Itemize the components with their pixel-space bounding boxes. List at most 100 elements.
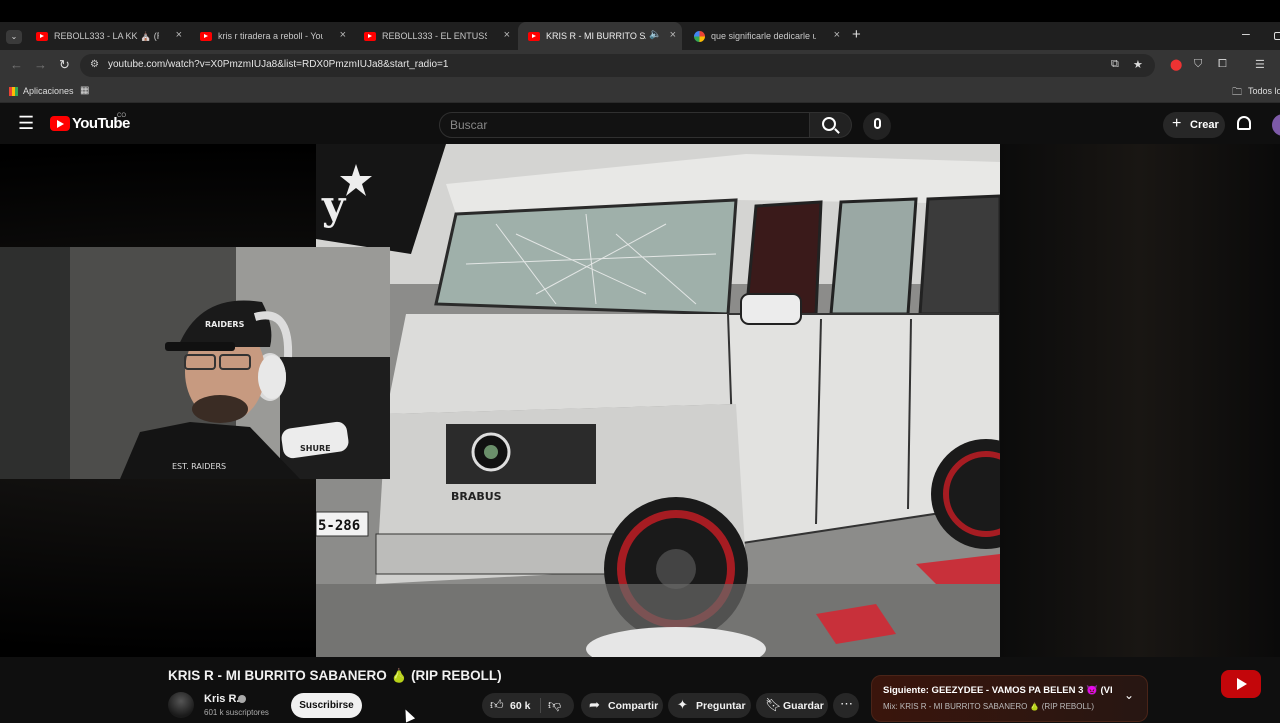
shirt-text: EST. RAIDERS: [172, 462, 226, 471]
mic-brand-text: SHURE: [300, 444, 331, 453]
youtube-header: ☰ YouTube CO + Crear: [0, 104, 1280, 144]
maximize-icon[interactable]: [1274, 32, 1280, 40]
reload-icon[interactable]: ↻: [59, 57, 70, 73]
url-text[interactable]: youtube.com/watch?v=X0PmzmIUJa8&list=RDX…: [108, 59, 448, 70]
tab-title: REBOLL333 - EL ENTUSSIADO ⛪: [382, 30, 487, 41]
like-button[interactable]: 👍︎ 60 k: [482, 693, 540, 718]
video-title: KRIS R - MI BURRITO SABANERO 🍐 (RIP REBO…: [168, 668, 502, 683]
apps-bookmark[interactable]: Aplicaciones: [23, 86, 74, 96]
save-label: Guardar: [783, 700, 824, 712]
tab-groups-icon[interactable]: ▦: [80, 85, 89, 96]
more-dots-icon: ⋯: [840, 696, 853, 711]
browser-tab[interactable]: REBOLL333 - EL ENTUSSIADO ⛪ ×: [354, 22, 516, 50]
sparkle-icon: ✦: [677, 697, 688, 712]
tab-title: REBOLL333 - LA KK ⛪ (RIP KR: [54, 30, 159, 41]
subscribe-button[interactable]: Suscribirse: [291, 693, 362, 718]
svg-text:y: y: [321, 182, 347, 229]
webcam-image: EST. RAIDERS RAIDERS SHURE: [0, 247, 390, 479]
browser-tab[interactable]: que significarle dedicarle una n ×: [684, 22, 846, 50]
grille-badge-text: BRABUS: [451, 490, 502, 503]
ambient-background: [1000, 144, 1280, 657]
new-tab-plus-icon[interactable]: +: [852, 26, 861, 43]
folder-icon: 🗀: [1232, 87, 1242, 98]
apps-grid-icon[interactable]: [9, 87, 18, 96]
share-button[interactable]: ➦ Compartir: [581, 693, 663, 718]
share-arrow-icon: ➦: [589, 697, 600, 712]
ask-button[interactable]: ✦ Preguntar: [668, 693, 751, 718]
omnibox[interactable]: ⚙ youtube.com/watch?v=X0PmzmIUJa8&list=R…: [80, 54, 1155, 77]
cap-text: RAIDERS: [205, 320, 245, 329]
media-controls-icon[interactable]: ☰: [1255, 58, 1265, 71]
more-actions-button[interactable]: ⋯: [833, 693, 859, 718]
up-next-title: Siguiente: GEEZYDEE - VAMOS PA BELEN 3 👿…: [883, 685, 1113, 696]
share-label: Compartir: [608, 700, 659, 712]
browser-tab-active[interactable]: KRIS R - MI BURRITO SABANERO 🔈 ×: [518, 22, 682, 50]
close-tab-icon[interactable]: ×: [340, 29, 346, 41]
channel-name[interactable]: Kris R.: [204, 693, 239, 705]
site-info-icon[interactable]: ⚙: [90, 59, 99, 70]
all-bookmarks-link[interactable]: Todos los: [1248, 86, 1280, 96]
extensions-puzzle-icon[interactable]: ⧠: [1218, 58, 1227, 71]
search-box[interactable]: [439, 112, 810, 138]
thumbs-up-icon: 👍︎: [490, 697, 504, 712]
bookmark-icon: 🔖︎: [765, 697, 782, 712]
video-info-bar: KRIS R - MI BURRITO SABANERO 🍐 (RIP REBO…: [0, 657, 1280, 723]
create-label: Crear: [1190, 119, 1219, 131]
back-arrow-icon[interactable]: ←: [10, 57, 23, 72]
youtube-play-icon[interactable]: [1221, 670, 1261, 698]
tab-title: KRIS R - MI BURRITO SABANERO: [546, 31, 646, 41]
close-tab-icon[interactable]: ×: [834, 29, 840, 41]
plus-icon: +: [1172, 115, 1182, 132]
bookmarks-bar: Aplicaciones ▦ 🗀 Todos los: [0, 81, 1280, 103]
user-avatar[interactable]: [1272, 114, 1280, 136]
thumbs-down-icon: 👎︎: [548, 697, 562, 712]
speaker-icon[interactable]: 🔈: [649, 29, 661, 40]
browser-tab-bar: ⌄ REBOLL333 - LA KK ⛪ (RIP KR × kris r t…: [0, 22, 1280, 50]
youtube-logo-icon[interactable]: [50, 116, 70, 131]
shield-extension-icon[interactable]: ⛉: [1194, 58, 1202, 71]
chevron-down-icon[interactable]: ⌄: [1124, 688, 1134, 702]
minimize-icon[interactable]: –: [1242, 25, 1250, 41]
like-dislike-group: 👍︎ 60 k 👎︎: [482, 693, 574, 718]
dislike-button[interactable]: 👎︎: [541, 693, 574, 718]
create-button[interactable]: + Crear: [1163, 112, 1225, 138]
video-frame-gwagon[interactable]: y BRABUS 5-286: [316, 144, 1000, 657]
close-tab-icon[interactable]: ×: [670, 29, 676, 41]
notifications-bell-icon[interactable]: [1237, 116, 1251, 130]
search-button[interactable]: [810, 112, 852, 138]
up-next-mix: Mix: KRIS R - MI BURRITO SABANERO 🍐 (RIP…: [883, 702, 1095, 711]
forward-arrow-icon[interactable]: →: [34, 57, 47, 72]
browser-tab[interactable]: REBOLL333 - LA KK ⛪ (RIP KR ×: [26, 22, 188, 50]
install-app-icon[interactable]: ⧉: [1111, 58, 1119, 71]
mouse-cursor: [400, 707, 416, 723]
search-input[interactable]: [450, 118, 790, 132]
youtube-favicon-icon: [528, 31, 540, 41]
tab-search-chevron-icon[interactable]: ⌄: [6, 30, 22, 44]
up-next-card[interactable]: Siguiente: GEEZYDEE - VAMOS PA BELEN 3 👿…: [871, 675, 1148, 722]
extension-red-icon[interactable]: ⬤: [1170, 58, 1182, 71]
close-tab-icon[interactable]: ×: [176, 29, 182, 41]
hamburger-menu-icon[interactable]: ☰: [18, 113, 34, 134]
video-player[interactable]: y BRABUS 5-286 EST. RAIDERS RAIDERS SHUR…: [0, 144, 1280, 657]
country-code: CO: [117, 113, 126, 119]
microphone-icon: [874, 118, 881, 129]
save-button[interactable]: 🔖︎ Guardar: [756, 693, 828, 718]
close-tab-icon[interactable]: ×: [504, 29, 510, 41]
webcam-overlay: EST. RAIDERS RAIDERS SHURE: [0, 247, 390, 479]
bookmark-star-icon[interactable]: ★: [1133, 58, 1143, 71]
license-plate-text: 5-286: [318, 518, 360, 534]
video-thumbnail-image: y BRABUS 5-286: [316, 144, 1000, 657]
verified-badge-icon: [238, 695, 246, 703]
tab-title: kris r tiradera a reboll - YouTub: [218, 31, 323, 41]
like-count: 60 k: [510, 700, 531, 712]
subscriber-count: 601 k suscriptores: [204, 708, 269, 717]
youtube-favicon-icon: [200, 31, 212, 41]
youtube-favicon-icon: [364, 31, 376, 41]
browser-tab[interactable]: kris r tiradera a reboll - YouTub ×: [190, 22, 352, 50]
ask-label: Preguntar: [696, 700, 746, 712]
channel-avatar[interactable]: [168, 692, 194, 718]
tab-title: que significarle dedicarle una n: [711, 31, 816, 41]
voice-search-button[interactable]: [863, 112, 891, 140]
google-favicon-icon: [694, 30, 705, 42]
address-bar-row: ← → ↻ ⚙ youtube.com/watch?v=X0PmzmIUJa8&…: [0, 50, 1280, 81]
